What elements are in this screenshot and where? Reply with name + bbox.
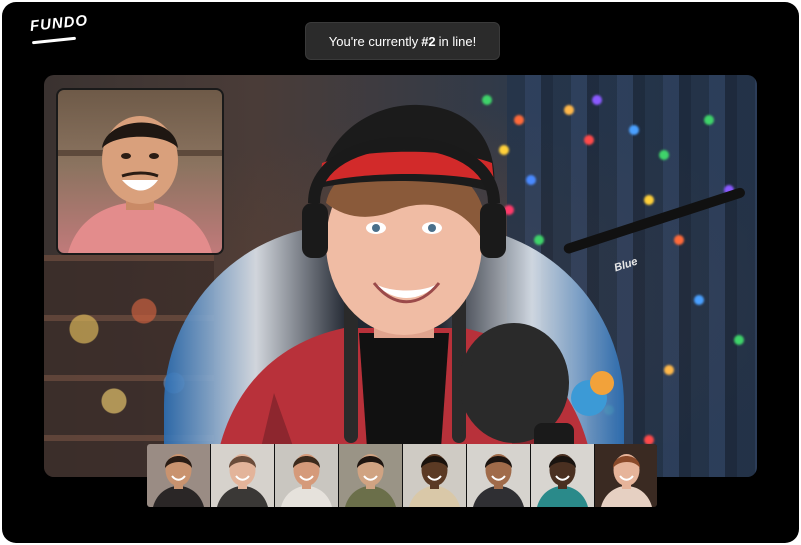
logo-text: FUNDO — [29, 11, 89, 35]
participant-2-avatar — [217, 454, 268, 507]
string-light — [664, 365, 674, 375]
participant-6-avatar — [473, 454, 524, 507]
app-window: FUNDO You're currently #2 in line! Blue — [2, 2, 799, 543]
string-light — [734, 335, 744, 345]
streamer — [214, 104, 614, 477]
participant-3-avatar — [281, 454, 332, 507]
participant-thumbnail[interactable] — [147, 444, 210, 507]
participant-thumbnail[interactable] — [467, 444, 530, 507]
queue-status-banner: You're currently #2 in line! — [305, 22, 500, 60]
participant-queue-strip — [147, 444, 657, 507]
queue-suffix: in line! — [438, 33, 477, 49]
participant-thumbnail[interactable] — [531, 444, 594, 507]
string-light — [629, 125, 639, 135]
participant-7-avatar — [537, 454, 588, 507]
participant-thumbnail[interactable] — [403, 444, 466, 507]
participant-1-avatar — [153, 454, 204, 507]
participant-thumbnail[interactable] — [211, 444, 274, 507]
queue-prefix: You're currently — [328, 33, 419, 49]
self-view-video[interactable] — [56, 88, 224, 255]
string-light — [659, 150, 669, 160]
string-light — [644, 195, 654, 205]
self-view-person — [68, 116, 212, 253]
participant-thumbnail[interactable] — [595, 444, 657, 507]
participant-thumbnail[interactable] — [339, 444, 402, 507]
string-light — [674, 235, 684, 245]
participant-8-avatar — [601, 454, 652, 507]
participant-thumbnail[interactable] — [275, 444, 338, 507]
participant-5-avatar — [409, 454, 460, 507]
string-light — [694, 295, 704, 305]
string-light — [704, 115, 714, 125]
participant-4-avatar — [345, 454, 396, 507]
queue-position: #2 — [421, 33, 436, 49]
logo-underline — [31, 36, 77, 45]
